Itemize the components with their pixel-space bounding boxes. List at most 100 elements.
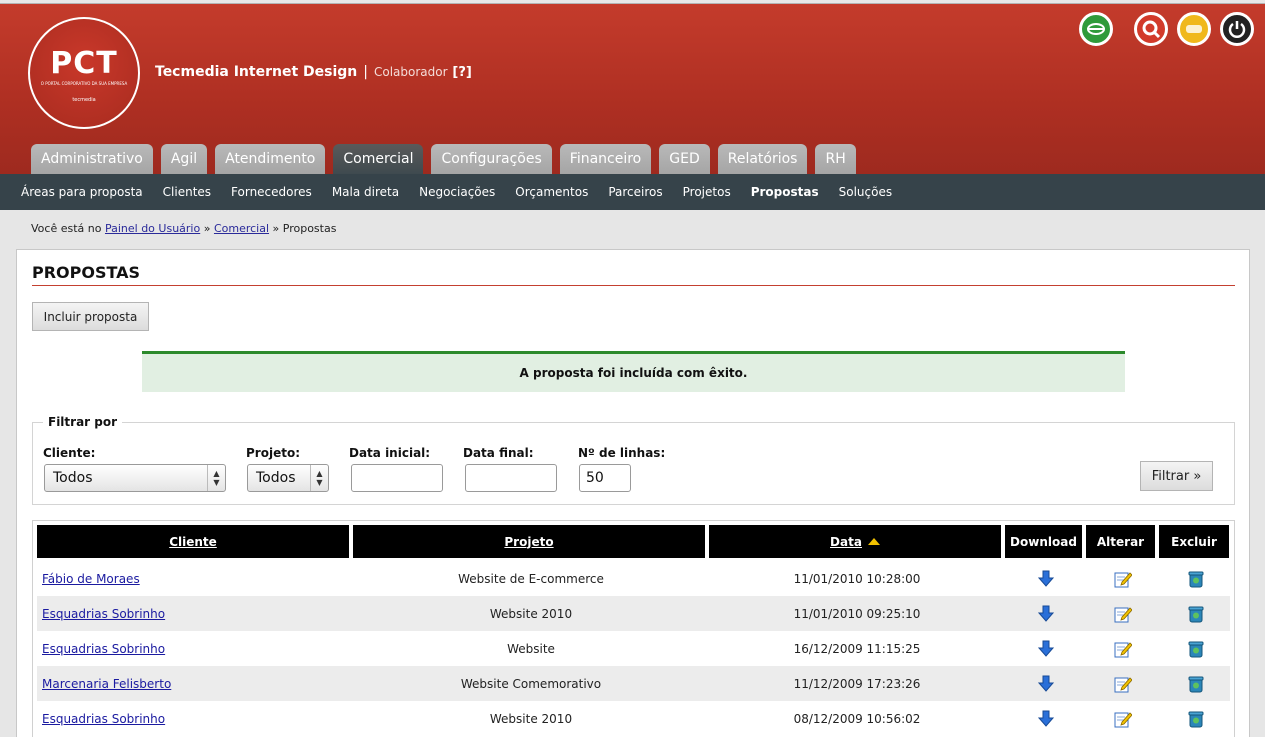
subnav-propostas[interactable]: Propostas bbox=[751, 185, 819, 199]
select-arrows-icon: ▲ ▼ bbox=[207, 465, 225, 491]
filter-legend: Filtrar por bbox=[48, 415, 118, 429]
row-cliente-link[interactable]: Fábio de Moraes bbox=[42, 572, 140, 586]
row-cliente-link[interactable]: Esquadrias Sobrinho bbox=[42, 642, 165, 656]
subnav-fornecedores[interactable]: Fornecedores bbox=[231, 185, 312, 199]
breadcrumb-separator: » bbox=[272, 222, 280, 235]
page-title: PROPOSTAS bbox=[32, 263, 141, 282]
edit-icon[interactable] bbox=[1112, 568, 1134, 590]
main-tabs: Administrativo Agil Atendimento Comercia… bbox=[31, 144, 856, 174]
data-final-input[interactable] bbox=[465, 464, 557, 492]
subnav-areas-para-proposta[interactable]: Áreas para proposta bbox=[21, 185, 143, 199]
company-info: Tecmedia Internet Design | Colaborador [?] bbox=[155, 64, 472, 80]
delete-icon[interactable] bbox=[1185, 568, 1207, 590]
column-header-cliente[interactable]: Cliente bbox=[37, 525, 349, 558]
breadcrumb-comercial-link[interactable]: Comercial bbox=[214, 222, 269, 235]
delete-icon[interactable] bbox=[1185, 673, 1207, 695]
download-icon[interactable] bbox=[1035, 568, 1057, 590]
subnav-orcamentos[interactable]: Orçamentos bbox=[515, 185, 588, 199]
delete-icon[interactable] bbox=[1185, 638, 1207, 660]
subnav-mala-direta[interactable]: Mala direta bbox=[332, 185, 399, 199]
delete-icon[interactable] bbox=[1185, 603, 1207, 625]
breadcrumb-prefix: Você está no bbox=[31, 222, 102, 235]
help-link[interactable]: [?] bbox=[452, 65, 471, 80]
tab-administrativo[interactable]: Administrativo bbox=[31, 144, 153, 174]
row-projeto: Website 2010 bbox=[489, 606, 573, 621]
row-data: 11/12/2009 17:23:26 bbox=[793, 676, 921, 691]
subnav-clientes[interactable]: Clientes bbox=[163, 185, 211, 199]
browser-top-strip bbox=[0, 0, 1265, 4]
table-row: Esquadrias Sobrinho Website 16/12/2009 1… bbox=[37, 631, 1230, 666]
row-projeto: Website de E-commerce bbox=[458, 571, 604, 586]
row-projeto: Website bbox=[507, 641, 555, 656]
column-header-data[interactable]: Data bbox=[709, 525, 1001, 558]
data-inicial-input[interactable] bbox=[351, 464, 443, 492]
projeto-label: Projeto: bbox=[246, 446, 300, 460]
chat-icon[interactable] bbox=[1079, 12, 1113, 46]
edit-icon[interactable] bbox=[1112, 603, 1134, 625]
row-cliente-link[interactable]: Esquadrias Sobrinho bbox=[42, 607, 165, 621]
edit-icon[interactable] bbox=[1112, 638, 1134, 660]
select-arrows-icon: ▲ ▼ bbox=[310, 465, 328, 491]
content-panel: PROPOSTAS Incluir proposta A proposta fo… bbox=[16, 249, 1250, 737]
delete-icon[interactable] bbox=[1185, 708, 1207, 730]
tab-relatorios[interactable]: Relatórios bbox=[717, 144, 808, 174]
row-projeto: Website Comemorativo bbox=[460, 676, 602, 691]
user-role: Colaborador bbox=[373, 65, 448, 79]
row-projeto: Website 2010 bbox=[489, 711, 573, 726]
data-inicial-label: Data inicial: bbox=[349, 446, 431, 460]
success-message: A proposta foi incluída com êxito. bbox=[142, 351, 1125, 392]
row-data: 16/12/2009 11:15:25 bbox=[793, 641, 921, 656]
proposals-table: Cliente Projeto Data Download Alterar Ex… bbox=[32, 520, 1235, 737]
breadcrumb-painel-link[interactable]: Painel do Usuário bbox=[105, 222, 200, 235]
filter-button[interactable]: Filtrar » bbox=[1140, 461, 1213, 491]
row-data: 11/01/2010 10:28:00 bbox=[793, 571, 921, 586]
tab-ged[interactable]: GED bbox=[659, 144, 710, 174]
breadcrumb-current: Propostas bbox=[282, 222, 337, 235]
tab-comercial[interactable]: Comercial bbox=[333, 144, 424, 174]
sort-ascending-icon bbox=[867, 538, 880, 545]
edit-icon[interactable] bbox=[1112, 708, 1134, 730]
logo-text: PCT bbox=[50, 46, 118, 81]
projeto-select[interactable]: Todos ▲ ▼ bbox=[247, 464, 329, 492]
table-row: Esquadrias Sobrinho Website 2010 08/12/2… bbox=[37, 701, 1230, 736]
search-icon[interactable] bbox=[1134, 12, 1168, 46]
linhas-input[interactable]: 50 bbox=[579, 464, 631, 492]
download-icon[interactable] bbox=[1035, 603, 1057, 625]
column-header-projeto[interactable]: Projeto bbox=[353, 525, 705, 558]
pct-logo[interactable]: PCT O PORTAL CORPORATIVO DA SUA EMPRESA … bbox=[28, 17, 140, 129]
linhas-label: Nº de linhas: bbox=[578, 446, 666, 460]
app-header: PCT O PORTAL CORPORATIVO DA SUA EMPRESA … bbox=[0, 0, 1265, 174]
download-icon[interactable] bbox=[1035, 673, 1057, 695]
tab-configuracoes[interactable]: Configurações bbox=[431, 144, 552, 174]
power-icon[interactable] bbox=[1220, 12, 1254, 46]
subnav-parceiros[interactable]: Parceiros bbox=[608, 185, 662, 199]
tab-atendimento[interactable]: Atendimento bbox=[215, 144, 326, 174]
title-divider bbox=[32, 285, 1235, 286]
help-icon[interactable] bbox=[1177, 12, 1211, 46]
tab-financeiro[interactable]: Financeiro bbox=[559, 144, 652, 174]
download-icon[interactable] bbox=[1035, 638, 1057, 660]
download-icon[interactable] bbox=[1035, 708, 1057, 730]
logo-tagline: O PORTAL CORPORATIVO DA SUA EMPRESA bbox=[40, 81, 128, 86]
cliente-select-value: Todos bbox=[53, 470, 93, 486]
row-data: 08/12/2009 10:56:02 bbox=[793, 711, 921, 726]
table-row: Esquadrias Sobrinho Website 2010 11/01/2… bbox=[37, 596, 1230, 631]
tab-agil[interactable]: Agil bbox=[160, 144, 208, 174]
breadcrumb-separator: » bbox=[203, 222, 211, 235]
row-cliente-link[interactable]: Esquadrias Sobrinho bbox=[42, 712, 165, 726]
subnav-negociacoes[interactable]: Negociações bbox=[419, 185, 495, 199]
row-cliente-link[interactable]: Marcenaria Felisberto bbox=[42, 677, 171, 691]
subnav-solucoes[interactable]: Soluções bbox=[839, 185, 892, 199]
breadcrumb: Você está no Painel do Usuário » Comerci… bbox=[31, 222, 336, 235]
column-header-excluir: Excluir bbox=[1159, 525, 1229, 558]
subnav-projetos[interactable]: Projetos bbox=[683, 185, 731, 199]
cliente-label: Cliente: bbox=[43, 446, 96, 460]
table-row: Fábio de Moraes Website de E-commerce 11… bbox=[37, 561, 1230, 596]
logo-brand: tecmedia bbox=[72, 97, 96, 103]
column-header-alterar: Alterar bbox=[1086, 525, 1155, 558]
tab-rh[interactable]: RH bbox=[815, 144, 856, 174]
cliente-select[interactable]: Todos ▲ ▼ bbox=[44, 464, 226, 492]
edit-icon[interactable] bbox=[1112, 673, 1134, 695]
add-proposal-button[interactable]: Incluir proposta bbox=[32, 302, 149, 331]
company-name: Tecmedia Internet Design bbox=[155, 64, 358, 80]
